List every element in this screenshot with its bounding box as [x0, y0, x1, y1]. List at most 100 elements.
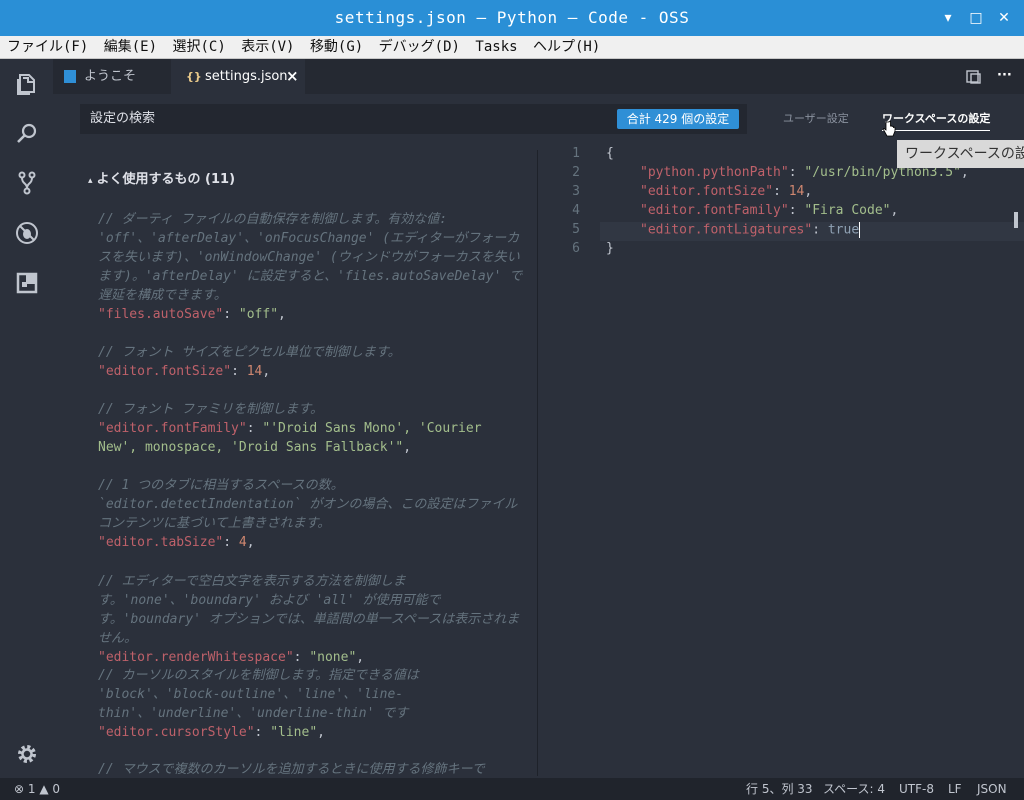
json-key: "python.pythonPath"	[640, 165, 789, 180]
error-icon: ⊗	[14, 782, 25, 796]
setting-tail: ,	[356, 650, 365, 665]
menu-go[interactable]: 移動(G)	[303, 36, 363, 58]
default-setting-tabsize: // 1 つのタブに相当するスペースの数。`editor.detectInden…	[98, 476, 523, 552]
explorer-icon[interactable]	[14, 71, 40, 97]
group-title: よく使用するもの (11)	[96, 172, 236, 187]
indentation[interactable]: スペース: 4	[823, 778, 885, 800]
setting-key: "editor.fontSize"	[98, 364, 232, 379]
warning-icon: ▲	[39, 782, 49, 796]
close-window-button[interactable]: ✕	[994, 8, 1014, 28]
group-header[interactable]: ▴ よく使用するもの (11)	[88, 168, 235, 187]
encoding[interactable]: UTF-8	[899, 778, 934, 800]
line-number: 3	[572, 184, 580, 199]
debug-icon[interactable]	[14, 220, 40, 246]
menu-debug[interactable]: デバッグ(D)	[372, 36, 460, 58]
setting-sep: :	[246, 421, 263, 436]
code-line[interactable]: "editor.fontFamily": "Fira Code",	[640, 203, 898, 218]
default-setting-fontfamily: // フォント ファミリを制御します。 "editor.fontFamily":…	[98, 400, 523, 457]
default-setting-multicursor: // マウスで複数のカーソルを追加するときに使用する修飾キーで	[98, 760, 523, 778]
collapse-icon: ▴	[88, 176, 93, 186]
setting-value: "none"	[309, 650, 357, 665]
setting-key: "editor.renderWhitespace"	[98, 650, 294, 665]
json-sep: :	[788, 165, 805, 180]
line-number: 2	[572, 165, 580, 180]
json-file-icon: {}	[186, 70, 202, 83]
editor-tabs: ようこそ {} settings.json × ···	[53, 59, 1024, 94]
setting-value: 14	[246, 364, 263, 379]
line-number: 5	[572, 222, 580, 237]
activity-bar	[0, 59, 54, 778]
hand-cursor-icon	[882, 121, 896, 137]
line-number: 4	[572, 203, 580, 218]
menu-selection[interactable]: 選択(C)	[165, 36, 225, 58]
setting-comment: // フォント サイズをピクセル単位で制御します。	[98, 345, 401, 360]
json-value: "Fira Code"	[804, 203, 891, 218]
overview-ruler-marker	[1014, 212, 1018, 228]
setting-sep: :	[223, 535, 239, 550]
code-line[interactable]: "editor.fontSize": 14,	[640, 184, 812, 199]
tab-welcome-label: ようこそ	[84, 69, 137, 84]
setting-comment: // カーソルのスタイルを制御します。指定できる値は 'block'、'bloc…	[98, 668, 419, 721]
cursor-position[interactable]: 行 5、列 33	[746, 778, 813, 800]
json-value: true	[827, 222, 860, 238]
setting-sep: :	[254, 725, 271, 740]
setting-value: 4	[238, 535, 247, 550]
title-bar: settings.json — Python — Code - OSS ▾ □ …	[0, 0, 1024, 36]
setting-tail: ,	[278, 307, 286, 322]
search-icon[interactable]	[14, 121, 40, 147]
code-line[interactable]: }	[606, 241, 614, 256]
setting-key: "editor.fontFamily"	[98, 421, 247, 436]
pane-divider[interactable]	[537, 150, 538, 776]
setting-comment: // ダーティ ファイルの自動保存を制御します。有効な値: 'off'、'aft…	[98, 212, 523, 303]
json-tail: ,	[890, 203, 899, 218]
source-control-icon[interactable]	[14, 170, 40, 196]
menu-bar: ファイル(F) 編集(E) 選択(C) 表示(V) 移動(G) デバッグ(D) …	[0, 36, 1024, 59]
end-of-line[interactable]: LF	[948, 778, 962, 800]
setting-value: "line"	[270, 725, 318, 740]
gear-icon[interactable]	[14, 741, 40, 767]
setting-tail: ,	[262, 364, 271, 379]
setting-comment: // マウスで複数のカーソルを追加するときに使用する修飾キーで	[98, 762, 485, 777]
language-mode[interactable]: JSON	[977, 778, 1007, 800]
maximize-button[interactable]: □	[966, 8, 986, 28]
setting-comment: // フォント ファミリを制御します。	[98, 402, 324, 417]
json-key: "editor.fontSize"	[640, 184, 774, 199]
menu-help[interactable]: ヘルプ(H)	[526, 36, 600, 58]
problems-indicator[interactable]: ⊗ 1 ▲ 0	[14, 778, 60, 800]
code-line[interactable]: {	[606, 146, 614, 161]
text-cursor	[859, 222, 861, 238]
workspace-settings-tab[interactable]: ワークスペースの設定	[882, 108, 991, 131]
json-key: "editor.fontFamily"	[640, 203, 789, 218]
split-editor-icon[interactable]	[966, 69, 982, 85]
setting-tail: ,	[246, 535, 255, 550]
setting-sep: :	[231, 364, 247, 379]
welcome-icon	[64, 70, 76, 83]
setting-key: "editor.tabSize"	[98, 535, 224, 550]
default-setting-cursorstyle: // カーソルのスタイルを制御します。指定できる値は 'block'、'bloc…	[98, 666, 523, 742]
tab-welcome[interactable]: ようこそ	[53, 59, 171, 94]
menu-tasks[interactable]: Tasks	[468, 36, 517, 58]
json-value: 14	[788, 184, 805, 199]
menu-view[interactable]: 表示(V)	[234, 36, 294, 58]
code-line[interactable]: "editor.fontLigatures": true	[640, 222, 861, 238]
menu-edit[interactable]: 編集(E)	[97, 36, 157, 58]
default-setting-fontsize: // フォント サイズをピクセル単位で制御します。 "editor.fontSi…	[98, 343, 523, 381]
warning-count: 0	[52, 782, 61, 796]
status-bar: ⊗ 1 ▲ 0 行 5、列 33 スペース: 4 UTF-8 LF JSON	[0, 778, 1024, 800]
default-setting-autosave: // ダーティ ファイルの自動保存を制御します。有効な値: 'off'、'aft…	[98, 210, 523, 324]
tab-settings-json[interactable]: {} settings.json ×	[171, 59, 305, 94]
setting-key: "files.autoSave"	[98, 307, 224, 322]
menu-file[interactable]: ファイル(F)	[0, 36, 88, 58]
tab-close-icon[interactable]: ×	[286, 59, 299, 94]
setting-comment: // 1 つのタブに相当するスペースの数。`editor.detectInden…	[98, 478, 518, 531]
more-actions-icon[interactable]: ···	[997, 59, 1012, 92]
line-number: 6	[572, 241, 580, 256]
user-settings-tab[interactable]: ユーザー設定	[783, 104, 849, 134]
minimize-button[interactable]: ▾	[938, 8, 958, 28]
setting-value: "off"	[238, 307, 279, 322]
setting-sep: :	[293, 650, 310, 665]
error-count: 1	[27, 782, 36, 796]
tab-settings-label: settings.json	[205, 69, 288, 84]
default-setting-renderwhitespace: // エディターで空白文字を表示する方法を制御します。'none'、'bound…	[98, 572, 523, 667]
extensions-icon[interactable]	[14, 270, 40, 296]
